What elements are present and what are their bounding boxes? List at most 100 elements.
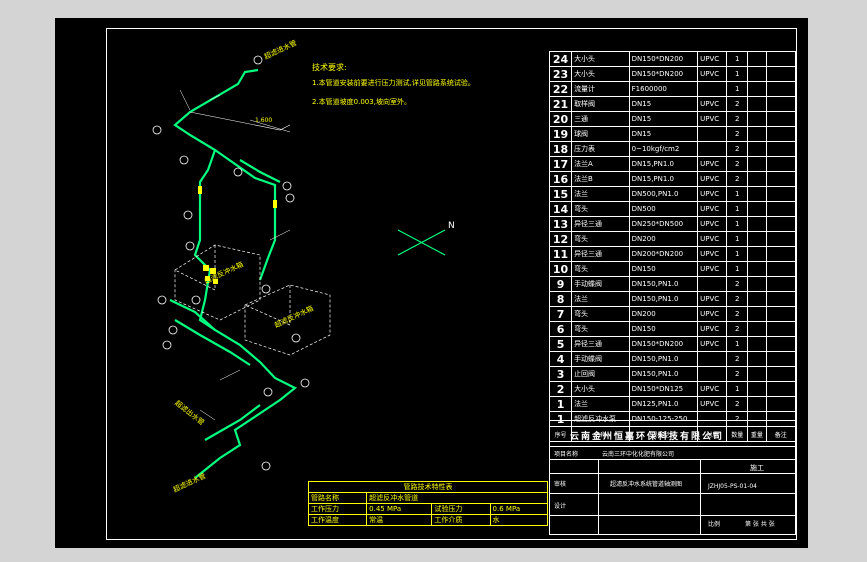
scale-label: 比例 xyxy=(708,521,721,528)
bom-cell-mat: UPVC xyxy=(697,96,728,112)
bom-cell-qty: 1 xyxy=(726,261,749,277)
bom-cell-qty: 2 xyxy=(726,321,749,337)
bom-cell-empty xyxy=(765,306,797,322)
bom-row: 2 大小头 DN150*DN125 UPVC 1 xyxy=(548,381,797,397)
bom-cell-name: 流量计 xyxy=(571,81,630,97)
bom-cell-empty xyxy=(747,156,767,172)
bom-cell-name: 手动蝶阀 xyxy=(571,351,630,367)
level-marker: 1.600 xyxy=(255,117,272,124)
bom-cell-no: 21 xyxy=(548,96,573,112)
bom-cell-name: 大小头 xyxy=(571,381,630,397)
bom-cell-name: 压力表 xyxy=(571,141,630,157)
work-temp-value: 常温 xyxy=(366,514,433,526)
bom-row: 4 手动蝶阀 DN150,PN1.0 2 xyxy=(548,351,797,367)
bom-row: 5 异径三通 DN150*DN200 UPVC 1 xyxy=(548,336,797,352)
test-pressure-label: 试验压力 xyxy=(431,503,491,515)
bom-row: 19 球阀 DN15 2 xyxy=(548,126,797,142)
bom-cell-empty xyxy=(747,381,767,397)
checked-by: 审核 xyxy=(554,481,567,488)
bom-cell-empty xyxy=(747,291,767,307)
bom-cell-empty xyxy=(765,96,797,112)
bom-cell-name: 球阀 xyxy=(571,126,630,142)
bom-cell-spec: DN150 xyxy=(628,261,699,277)
bom-cell-no: 14 xyxy=(548,201,573,217)
bom-cell-name: 法兰 xyxy=(571,186,630,202)
bom-row: 15 法兰 DN500,PN1.0 UPVC 1 xyxy=(548,186,797,202)
bom-cell-qty: 2 xyxy=(726,156,749,172)
bom-cell-mat: UPVC xyxy=(697,336,728,352)
bom-cell-qty: 2 xyxy=(726,126,749,142)
bom-cell-empty xyxy=(765,171,797,187)
bom-cell-name: 法兰 xyxy=(571,291,630,307)
work-medium-value: 水 xyxy=(489,514,549,526)
bom-cell-empty xyxy=(765,351,797,367)
bom-cell-mat: UPVC xyxy=(697,216,728,232)
bom-cell-no: 23 xyxy=(548,66,573,82)
bom-cell-mat: UPVC xyxy=(697,381,728,397)
bom-cell-mat: UPVC xyxy=(697,201,728,217)
bom-cell-spec: DN150*DN200 xyxy=(628,336,699,352)
bom-row: 22 流量计 F1600000 1 xyxy=(548,81,797,97)
bom-cell-mat: UPVC xyxy=(697,156,728,172)
bom-cell-qty: 2 xyxy=(726,276,749,292)
bom-cell-spec: DN15 xyxy=(628,126,699,142)
bom-cell-name: 弯头 xyxy=(571,231,630,247)
bom-cell-qty: 1 xyxy=(726,66,749,82)
bom-cell-spec: DN150,PN1.0 xyxy=(628,366,699,382)
bom-cell-empty xyxy=(747,186,767,202)
bom-cell-mat xyxy=(697,366,728,382)
bom-cell-no: 10 xyxy=(548,261,573,277)
sheet-count: 第 张 共 张 xyxy=(745,521,775,528)
bom-cell-empty xyxy=(765,156,797,172)
bom-cell-no: 22 xyxy=(548,81,573,97)
bom-cell-spec: DN500,PN1.0 xyxy=(628,186,699,202)
bom-cell-name: 弯头 xyxy=(571,261,630,277)
bom-cell-empty xyxy=(765,336,797,352)
bom-cell-no: 2 xyxy=(548,381,573,397)
bom-row: 9 手动蝶阀 DN150,PN1.0 2 xyxy=(548,276,797,292)
bom-cell-spec: DN15 xyxy=(628,111,699,127)
bom-cell-empty xyxy=(747,96,767,112)
bom-cell-no: 12 xyxy=(548,231,573,247)
bom-cell-mat: UPVC xyxy=(697,321,728,337)
bom-row: 17 法兰A DN15,PN1.0 UPVC 2 xyxy=(548,156,797,172)
bom-cell-qty: 2 xyxy=(726,366,749,382)
bom-cell-spec: DN500 xyxy=(628,201,699,217)
bom-row: 7 弯头 DN200 UPVC 2 xyxy=(548,306,797,322)
bom-cell-no: 16 xyxy=(548,171,573,187)
bom-cell-empty xyxy=(765,246,797,262)
bom-cell-empty xyxy=(747,141,767,157)
bom-cell-mat: UPVC xyxy=(697,66,728,82)
bom-row: 11 异径三通 DN200*DN200 UPVC 1 xyxy=(548,246,797,262)
bom-cell-empty xyxy=(765,111,797,127)
bom-cell-qty: 1 xyxy=(726,231,749,247)
bom-cell-name: 弯头 xyxy=(571,321,630,337)
bom-cell-spec: DN200 xyxy=(628,306,699,322)
bom-row: 14 弯头 DN500 UPVC 1 xyxy=(548,201,797,217)
bom-cell-empty xyxy=(765,261,797,277)
bom-cell-qty: 1 xyxy=(726,81,749,97)
bom-cell-empty xyxy=(747,336,767,352)
bom-cell-empty xyxy=(765,81,797,97)
bom-cell-no: 15 xyxy=(548,186,573,202)
bom-row: 3 止回阀 DN150,PN1.0 2 xyxy=(548,366,797,382)
north-arrow: N xyxy=(397,221,455,256)
bom-row: 1 法兰 DN125,PN1.0 UPVC 2 xyxy=(548,396,797,412)
bom-cell-empty xyxy=(765,381,797,397)
project-name: 云南三环中化化肥有限公司 xyxy=(602,451,675,458)
work-medium-label: 工作介质 xyxy=(431,514,491,526)
bom-cell-qty: 2 xyxy=(726,111,749,127)
bom-cell-spec: DN150*DN125 xyxy=(628,381,699,397)
bom-cell-empty xyxy=(747,246,767,262)
designed-by: 设计 xyxy=(554,503,567,510)
pipe-name-label: 管路名称 xyxy=(307,492,368,504)
bom-cell-mat xyxy=(697,141,728,157)
bom-cell-empty xyxy=(747,261,767,277)
bom-cell-mat: UPVC xyxy=(697,231,728,247)
bom-cell-mat: UPVC xyxy=(697,261,728,277)
bom-row: 8 法兰 DN150,PN1.0 UPVC 2 xyxy=(548,291,797,307)
bill-of-materials: 24 大小头 DN150*DN200 UPVC 1 23 大小头 DN150*DN200 UPV… xyxy=(548,51,797,442)
company-name: 云南金州恒嘉环保科技有限公司 xyxy=(570,432,725,442)
bom-cell-spec: DN200*DN200 xyxy=(628,246,699,262)
bom-cell-empty xyxy=(747,366,767,382)
